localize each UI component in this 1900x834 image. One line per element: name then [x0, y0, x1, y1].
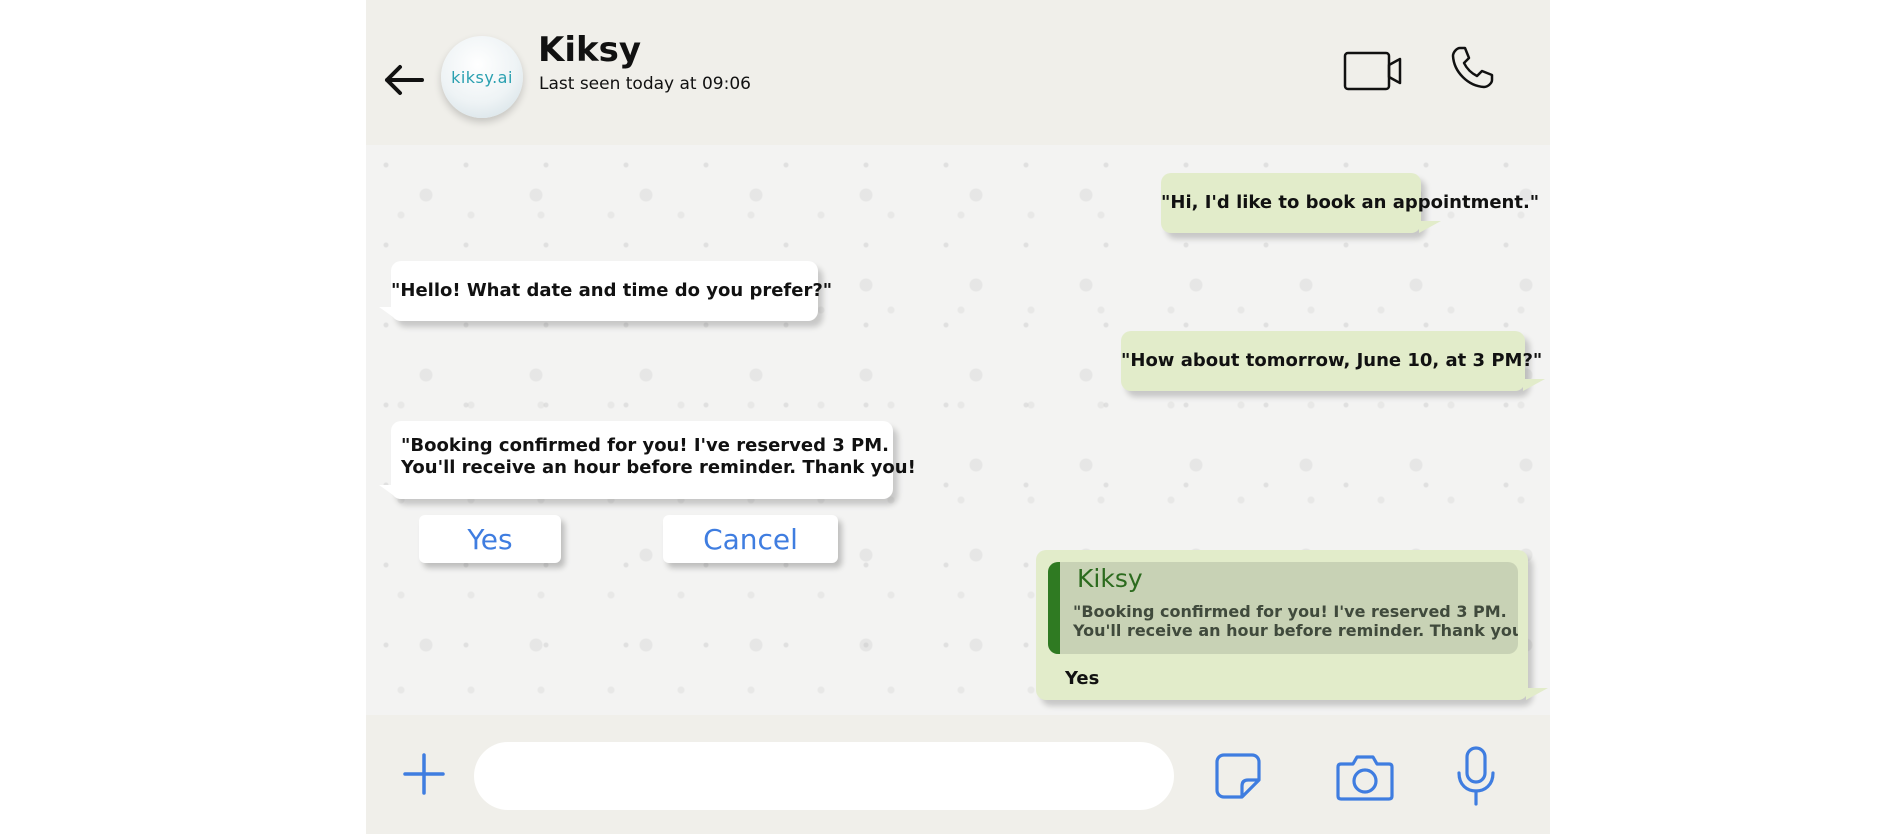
- message-line: "Booking confirmed for you! I've reserve…: [401, 435, 889, 456]
- quote-bar: [1048, 562, 1060, 654]
- phone-icon[interactable]: [1448, 44, 1496, 92]
- reply-text: Yes: [1065, 668, 1100, 689]
- avatar[interactable]: kiksy.ai: [441, 36, 523, 118]
- quoted-line: "Booking confirmed for you! I've reserve…: [1073, 602, 1507, 621]
- back-arrow-icon[interactable]: [382, 59, 424, 101]
- outgoing-message: "Hi, I'd like to book an appointment.": [1161, 173, 1539, 233]
- message-text: "Hello! What date and time do you prefer…: [391, 280, 833, 301]
- incoming-message: "Hello! What date and time do you prefer…: [379, 261, 832, 321]
- bubble-tail: [1523, 379, 1545, 391]
- bubble-tail: [1419, 221, 1441, 233]
- quoted-message[interactable]: Kiksy "Booking confirmed for you! I've r…: [1048, 562, 1518, 654]
- message-input[interactable]: [474, 742, 1174, 810]
- plus-icon[interactable]: [402, 752, 446, 796]
- quoted-sender-name: Kiksy: [1077, 564, 1143, 593]
- yes-button[interactable]: Yes: [419, 515, 561, 563]
- avatar-logo: kiksy.ai: [451, 67, 513, 87]
- cancel-button[interactable]: Cancel: [663, 515, 838, 563]
- chat-area: "Hi, I'd like to book an appointment." "…: [366, 145, 1550, 715]
- microphone-icon[interactable]: [1453, 745, 1499, 807]
- last-seen-status: Last seen today at 09:06: [539, 74, 751, 94]
- contact-name: Kiksy: [538, 30, 642, 70]
- bubble-tail: [1526, 688, 1548, 700]
- camera-icon[interactable]: [1335, 752, 1395, 802]
- chat-header: kiksy.ai Kiksy Last seen today at 09:06: [366, 0, 1550, 145]
- bubble-tail: [379, 307, 393, 317]
- video-call-icon[interactable]: [1342, 48, 1406, 94]
- quoted-text: "Booking confirmed for you! I've reserve…: [1073, 602, 1518, 640]
- sticker-icon[interactable]: [1214, 752, 1262, 800]
- quoted-line: You'll receive an hour before reminder. …: [1073, 621, 1518, 640]
- outgoing-reply-message: Kiksy "Booking confirmed for you! I've r…: [1036, 550, 1548, 700]
- bubble-tail: [379, 485, 393, 495]
- message-text: "Hi, I'd like to book an appointment.": [1161, 192, 1540, 213]
- message-text: "How about tomorrow, June 10, at 3 PM?": [1121, 350, 1543, 371]
- message-composer: [366, 715, 1550, 834]
- message-line: You'll receive an hour before reminder. …: [401, 457, 916, 478]
- incoming-message: "Booking confirmed for you! I've reserve…: [379, 421, 916, 499]
- outgoing-message: "How about tomorrow, June 10, at 3 PM?": [1121, 331, 1545, 391]
- chat-app: kiksy.ai Kiksy Last seen today at 09:06 …: [366, 0, 1550, 834]
